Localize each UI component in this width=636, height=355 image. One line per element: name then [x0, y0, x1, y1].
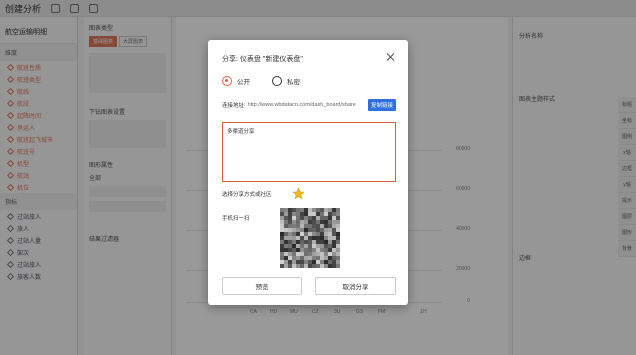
public-radio-label: 公开 — [237, 79, 250, 86]
share-method-row: 选择分享方式或社区 — [222, 187, 305, 200]
scan-label: 手机扫一扫 — [222, 216, 250, 222]
qr-code-image — [280, 208, 340, 268]
address-label: 连接地址 — [222, 103, 245, 109]
cancel-share-button[interactable]: 取消分享 — [315, 277, 396, 295]
share-address-row: 连接地址: http://www.wbdatacn.com/dash_board… — [222, 99, 396, 111]
share-dialog: 分享: 仪表盘 "新建仪表盘" 公开 私密 连接地址: http://www.w… — [208, 40, 408, 305]
radio-unselected-icon — [272, 76, 282, 86]
dialog-title: 分享: 仪表盘 "新建仪表盘" — [222, 56, 303, 63]
share-url[interactable]: http://www.wbdatacn.com/dash_board/share — [248, 102, 368, 108]
radio-selected-icon — [222, 76, 232, 86]
private-radio-label: 私密 — [287, 79, 300, 86]
share-method-label: 选择分享方式或社区 — [222, 191, 272, 198]
preview-button[interactable]: 预览 — [222, 277, 302, 295]
public-radio[interactable]: 公开 — [222, 76, 264, 86]
copy-link-button[interactable]: 复制链接 — [367, 99, 396, 111]
private-radio[interactable]: 私密 — [272, 76, 300, 86]
visibility-radio-group: 公开 私密 — [222, 76, 300, 86]
close-icon[interactable] — [386, 52, 396, 62]
share-text-area[interactable]: 多渠道分享 — [222, 122, 396, 182]
star-icon[interactable] — [291, 187, 305, 200]
